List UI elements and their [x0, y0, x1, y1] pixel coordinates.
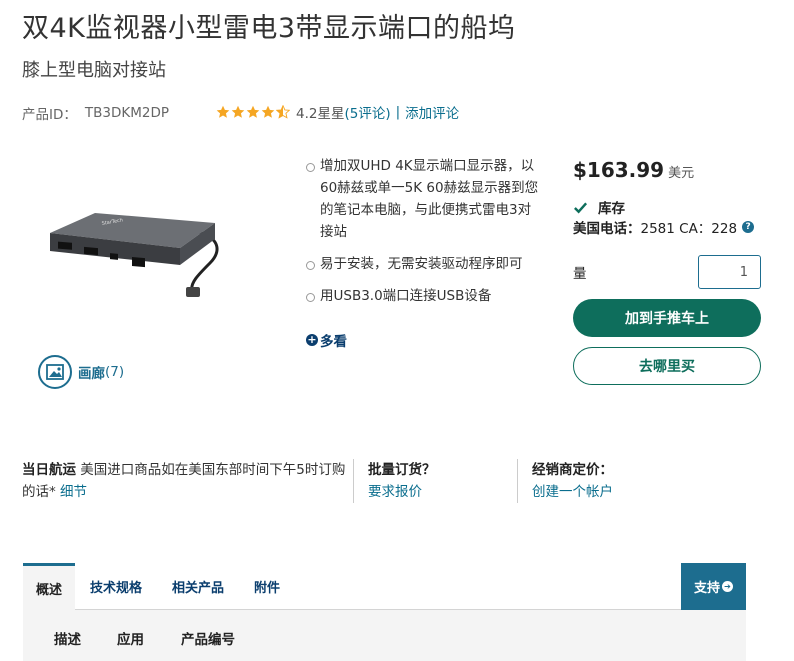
- star-icon: [231, 105, 245, 119]
- question-circle-icon[interactable]: ?: [742, 221, 755, 233]
- stock-status: 库存: [573, 197, 625, 217]
- price-currency: 美元: [668, 166, 695, 181]
- star-rating: [216, 105, 290, 119]
- tab-overview[interactable]: 概述: [23, 563, 76, 611]
- quantity-label: 量: [573, 266, 587, 282]
- feature-list: 增加双UHD 4K显示端口显示器，以60赫兹或单一5K 60赫兹显示器到您的笔记…: [306, 155, 541, 317]
- review-count-link[interactable]: (5评论): [344, 102, 390, 122]
- tab-tech-specs[interactable]: 技术规格: [90, 563, 142, 610]
- request-quote-link[interactable]: 要求报价: [368, 481, 508, 503]
- product-subtitle: 膝上型电脑对接站: [22, 60, 166, 81]
- where-to-buy-button[interactable]: 去哪里买: [573, 347, 761, 385]
- shipping-details-link[interactable]: 细节: [60, 484, 87, 500]
- quantity-input[interactable]: [698, 255, 761, 289]
- star-icon: [261, 105, 275, 119]
- support-button[interactable]: 支持 ➔: [681, 563, 746, 610]
- stock-label: 库存: [598, 201, 625, 217]
- product-id-row: 产品ID： TB3DKM2DP: [22, 103, 169, 123]
- image-icon: [38, 355, 72, 389]
- feature-item: 增加双UHD 4K显示端口显示器，以60赫兹或单一5K 60赫兹显示器到您的笔记…: [306, 155, 541, 243]
- tab-accessories[interactable]: 附件: [254, 563, 280, 610]
- divider: [517, 459, 518, 503]
- star-icon: [216, 105, 230, 119]
- add-review-link[interactable]: 添加评论: [405, 102, 459, 122]
- divider: |: [395, 104, 401, 120]
- product-id: TB3DKM2DP: [84, 105, 170, 121]
- tab-related-products[interactable]: 相关产品: [172, 563, 224, 610]
- gallery-count: (7): [105, 364, 125, 380]
- bulk-order-info: 批量订货？ 要求报价: [368, 459, 508, 503]
- reseller-heading: 经销商定价：: [532, 462, 613, 478]
- phone-label: 美国电话：: [573, 221, 641, 237]
- gallery-button[interactable]: 画廊 (7): [38, 355, 124, 389]
- shipping-heading: 当日航运: [22, 462, 76, 478]
- support-label: 支持: [693, 581, 720, 596]
- reseller-info: 经销商定价： 创建一个帐户: [532, 459, 752, 503]
- star-half-icon: [276, 105, 290, 119]
- rating-score: 4.2星星: [296, 106, 345, 122]
- subtab-applications[interactable]: 应用: [117, 628, 144, 648]
- phone-value: 2581 CA：228: [640, 221, 738, 237]
- arrow-circle-icon: ➔: [722, 581, 733, 592]
- add-to-cart-button[interactable]: 加到手推车上: [573, 299, 761, 337]
- shipping-info: 当日航运 美国进口商品如在美国东部时间下午5时订购的话* 细节: [22, 459, 352, 503]
- see-more-link[interactable]: + 多看: [306, 330, 347, 350]
- product-title: 双4K监视器小型雷电3带显示端口的船坞: [22, 13, 516, 44]
- subtab-bar: 描述 应用 产品编号: [23, 610, 746, 661]
- plus-circle-icon: +: [306, 333, 318, 346]
- info-row: 当日航运 美国进口商品如在美国东部时间下午5时订购的话* 细节 批量订货？ 要求…: [22, 459, 762, 507]
- price-amount: $163.99: [573, 158, 665, 182]
- price: $163.99 美元: [573, 158, 694, 182]
- subtab-description[interactable]: 描述: [54, 628, 81, 648]
- gallery-label: 画廊: [78, 366, 105, 382]
- product-tabs: 概述 技术规格 相关产品 附件 支持 ➔ 描述 应用 产品编号: [23, 563, 746, 661]
- bulk-order-heading: 批量订货？: [368, 462, 436, 478]
- create-account-link[interactable]: 创建一个帐户: [532, 481, 752, 503]
- tab-bar: 概述 技术规格 相关产品 附件 支持 ➔: [23, 563, 746, 611]
- product-image[interactable]: StarTech: [40, 203, 240, 303]
- divider: [353, 459, 354, 503]
- feature-item: 易于安装，无需安装驱动程序即可: [306, 253, 541, 275]
- product-id-label: 产品ID：: [22, 107, 77, 123]
- check-icon: [574, 201, 588, 213]
- feature-item: 用USB3.0端口连接USB设备: [306, 285, 541, 307]
- rating: 4.2星星 (5评论) | 添加评论: [216, 102, 459, 122]
- subtab-product-id[interactable]: 产品编号: [181, 628, 235, 648]
- see-more-label: 多看: [320, 334, 347, 350]
- star-icon: [246, 105, 260, 119]
- phone-stock: 美国电话： 2581 CA：228 ?: [573, 217, 755, 237]
